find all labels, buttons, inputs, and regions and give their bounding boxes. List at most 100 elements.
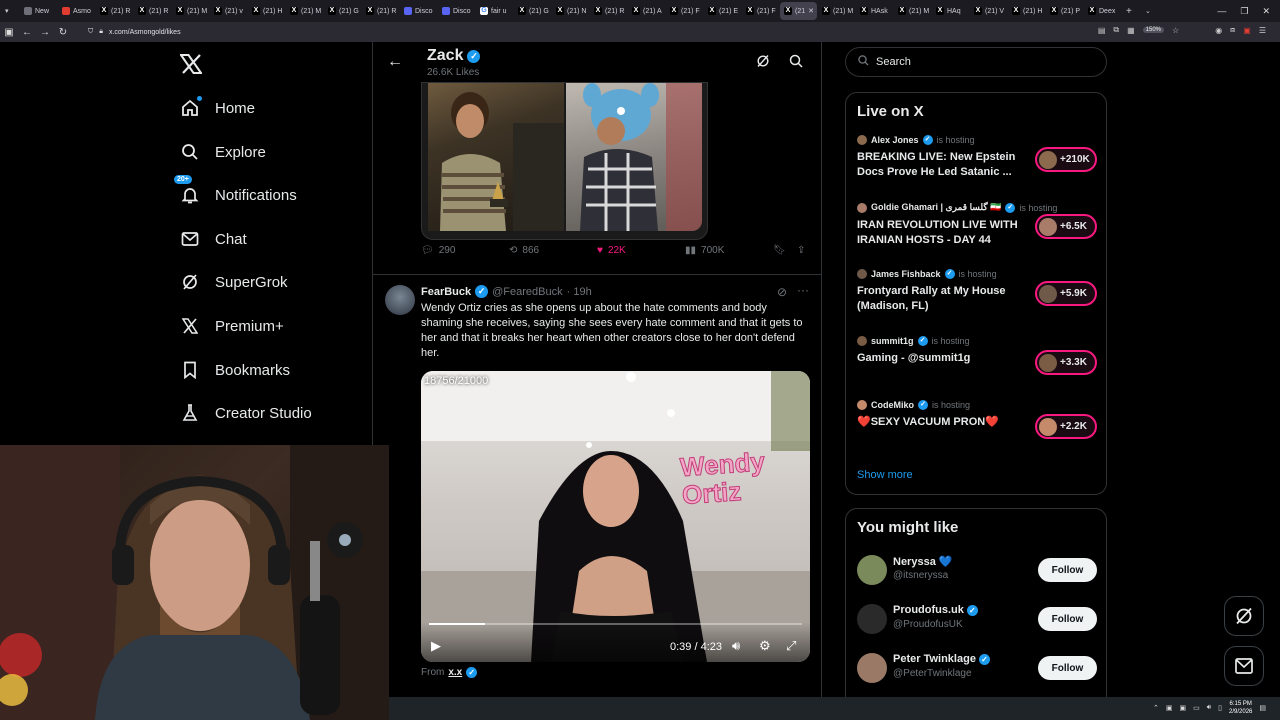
nav-notifications[interactable]: 20+ Notifications — [174, 175, 297, 210]
follow-button[interactable]: Follow — [1038, 607, 1097, 631]
browser-tab[interactable]: X (21) V — [970, 2, 1007, 20]
live-item[interactable]: Alex Jones ✓ is hosting BREAKING LIVE: New … — [857, 135, 1097, 180]
avatar[interactable] — [385, 285, 415, 315]
reader-icon[interactable]: ▤ — [1098, 26, 1106, 35]
avatar[interactable] — [857, 604, 887, 634]
suggested-account[interactable]: Neryssa 💙 @itsneryssa Follow — [857, 553, 1097, 587]
messages-float-button[interactable] — [1224, 646, 1264, 686]
browser-tab[interactable]: X (21) R — [590, 2, 627, 20]
play-icon[interactable]: ▶ — [431, 638, 441, 654]
live-listener-pill[interactable]: +5.9K — [1035, 281, 1097, 306]
new-tab-button[interactable]: + — [1122, 2, 1140, 20]
x-logo-icon[interactable] — [179, 54, 203, 80]
live-title[interactable]: IRAN REVOLUTION LIVE WITH IRANIAN HOSTS … — [857, 218, 1025, 248]
live-listener-pill[interactable]: +210K — [1035, 147, 1097, 172]
grok-icon[interactable]: ⊘ — [777, 285, 787, 299]
browser-tab[interactable]: X (21) N — [552, 2, 589, 20]
live-title[interactable]: ❤️SEXY VACUUM PRON❤️ — [857, 415, 1025, 430]
live-listener-pill[interactable]: +2.2K — [1035, 414, 1097, 439]
tray-app-icon[interactable]: ▣ — [1166, 704, 1173, 712]
follow-button[interactable]: Follow — [1038, 558, 1097, 582]
extension-icon[interactable]: ▣ — [1243, 26, 1251, 35]
battery-icon[interactable]: ▯ — [1218, 704, 1222, 712]
host-name[interactable]: summit1g — [871, 336, 914, 346]
pip-icon[interactable]: ⧉ — [1113, 25, 1119, 35]
browser-tab[interactable]: X (21) M — [286, 2, 323, 20]
nav-chat[interactable]: Chat — [180, 224, 247, 254]
avatar[interactable] — [857, 653, 887, 683]
tab-overflow-button[interactable]: ⌄ — [1141, 2, 1159, 20]
browser-tab[interactable]: X HAq — [932, 2, 969, 20]
browser-tab[interactable]: X (21) F — [742, 2, 779, 20]
browser-tab[interactable]: X HAsk — [856, 2, 893, 20]
tweet-time[interactable]: · 19h — [567, 286, 592, 298]
screenshot-icon[interactable]: ▦ — [1127, 26, 1135, 35]
main-timeline[interactable]: ← Zack ✓ 26.6K Likes 💬︎ 290 ⟲ 866 ♥ 22K … — [372, 42, 822, 720]
follow-button[interactable]: Follow — [1038, 656, 1097, 680]
browser-tab[interactable]: X (21) A — [628, 2, 665, 20]
grok-icon[interactable] — [756, 54, 770, 71]
show-more-link[interactable]: Show more — [857, 469, 913, 481]
grok-float-button[interactable] — [1224, 596, 1264, 636]
browser-tab[interactable]: X (21) G — [324, 2, 361, 20]
host-name[interactable]: Alex Jones — [871, 135, 919, 145]
browser-tab[interactable]: X (21) P — [1046, 2, 1083, 20]
browser-tab[interactable]: X (21) M — [894, 2, 931, 20]
views-button[interactable]: ▮▮ 700K — [685, 245, 724, 256]
search-icon[interactable] — [789, 54, 803, 71]
browser-tab[interactable]: New — [20, 2, 57, 20]
account-icon[interactable]: ◉ — [1215, 26, 1222, 35]
nav-bookmarks[interactable]: Bookmarks — [180, 355, 290, 385]
author-handle[interactable]: @FearedBuck — [492, 286, 562, 298]
suggested-account[interactable]: Peter Twinklage ✓ @PeterTwinklage Follow — [857, 651, 1097, 685]
close-window-icon[interactable]: ✕ — [1262, 6, 1270, 17]
browser-tab[interactable]: Asmo — [58, 2, 95, 20]
host-name[interactable]: Goldie Ghamari | گلسا قمری 🇮🇷 — [871, 202, 1001, 213]
account-name[interactable]: Neryssa 💙 — [893, 555, 953, 568]
browser-tab[interactable]: X (21) v — [210, 2, 247, 20]
source-account-link[interactable]: x.x — [448, 667, 462, 678]
tweet-media-grid[interactable] — [421, 82, 708, 240]
back-icon[interactable]: ← — [18, 27, 36, 38]
tab-list-icon[interactable]: ▾ — [1, 2, 19, 20]
tray-chevron-icon[interactable]: ⌃ — [1153, 704, 1159, 712]
like-button[interactable]: ♥ 22K — [597, 245, 626, 256]
address-bar[interactable]: ⛉ 🔒︎ x.com/Asmongold/likes — [88, 28, 181, 36]
nav-premium[interactable]: Premium+ — [180, 311, 284, 341]
account-name[interactable]: Proudofus.uk — [893, 604, 964, 616]
volume-icon[interactable]: 🔊︎ — [732, 638, 740, 654]
browser-tab[interactable]: X (21) M — [818, 2, 855, 20]
browser-tab[interactable]: X (21) H — [1008, 2, 1045, 20]
author-name[interactable]: FearBuck — [421, 286, 471, 298]
browser-tab[interactable]: X (21) F — [666, 2, 703, 20]
sidebar-toggle-icon[interactable]: ▣ — [0, 27, 18, 38]
avatar[interactable] — [857, 555, 887, 585]
speaker-icon[interactable]: 🔊︎ — [1207, 704, 1211, 712]
shield-icon[interactable]: ⛉ — [88, 28, 93, 36]
reply-button[interactable]: 💬︎ 290 — [421, 245, 455, 256]
share-button[interactable]: ⇪ — [797, 245, 805, 256]
extensions-icon[interactable]: ⧈ — [1230, 25, 1235, 35]
live-listener-pill[interactable]: +6.5K — [1035, 214, 1097, 239]
host-name[interactable]: CodeMiko — [871, 400, 914, 410]
forward-icon[interactable]: → — [36, 27, 54, 38]
tray-app-icon[interactable]: ▣ — [1179, 704, 1186, 712]
browser-tab[interactable]: X (21) R — [96, 2, 133, 20]
reload-icon[interactable]: ↻ — [54, 27, 72, 38]
host-name[interactable]: James Fishback — [871, 269, 941, 279]
browser-tab[interactable]: X (21) H — [248, 2, 285, 20]
minimize-icon[interactable]: — — [1217, 6, 1226, 16]
repost-button[interactable]: ⟲ 866 — [509, 245, 539, 256]
menu-icon[interactable]: ☰ — [1259, 26, 1266, 35]
browser-tab[interactable]: X (21) E — [704, 2, 741, 20]
live-item[interactable]: Goldie Ghamari | گلسا قمری 🇮🇷 ✓ is hosting… — [857, 202, 1097, 248]
bookmark-star-icon[interactable]: ☆ — [1172, 26, 1179, 35]
browser-tab[interactable]: Gfair u — [476, 2, 513, 20]
browser-tab[interactable]: X (21 ✕ — [780, 2, 817, 20]
browser-tab[interactable]: X (21) G — [514, 2, 551, 20]
live-title[interactable]: BREAKING LIVE: New Epstein Docs Prove He… — [857, 150, 1025, 180]
restore-icon[interactable]: ❐ — [1240, 6, 1248, 17]
account-name[interactable]: Peter Twinklage — [893, 653, 976, 665]
media-image-left[interactable] — [428, 83, 564, 231]
more-options-icon[interactable]: ··· — [797, 283, 809, 297]
